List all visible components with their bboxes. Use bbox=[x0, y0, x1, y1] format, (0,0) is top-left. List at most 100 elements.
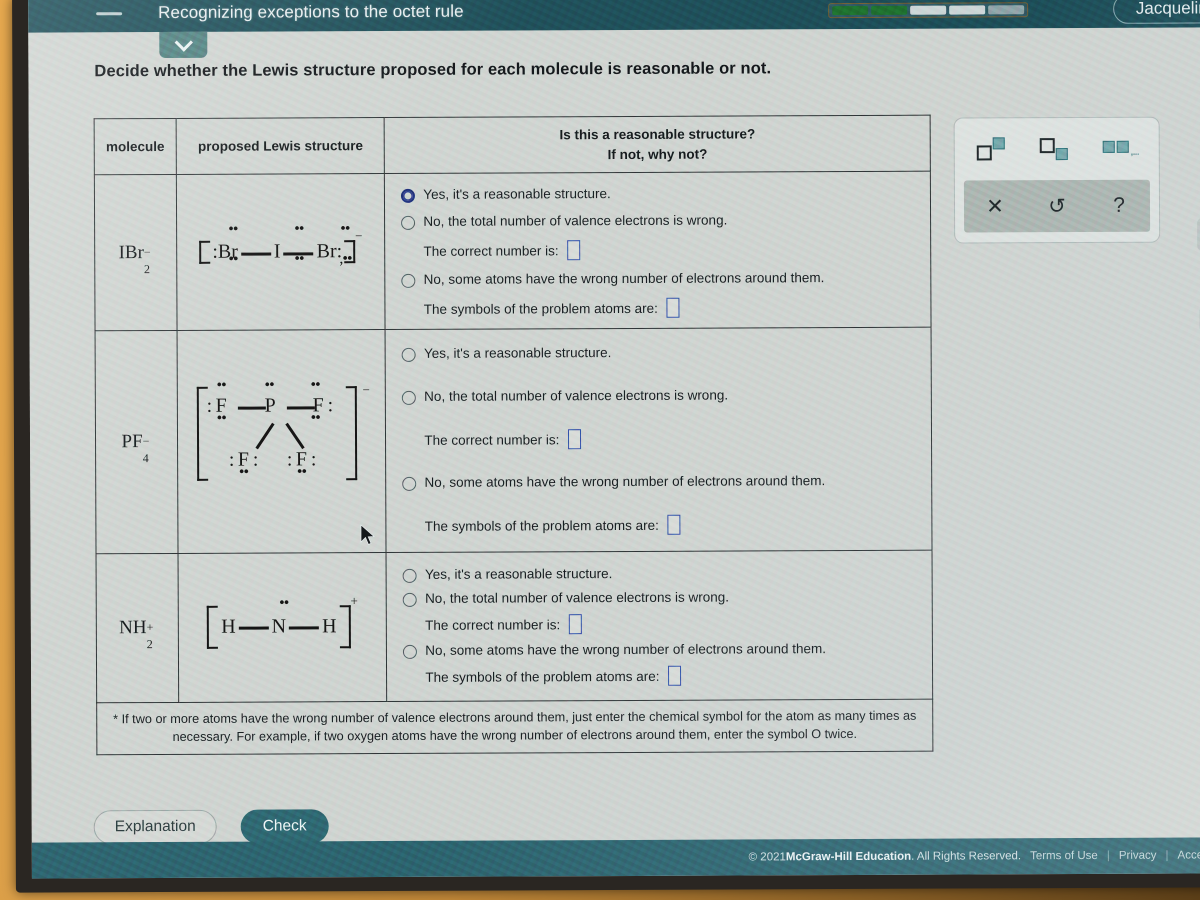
correct-number-input[interactable] bbox=[569, 614, 583, 635]
formula-subscript: 4 bbox=[142, 451, 149, 466]
structure-charge: − bbox=[362, 381, 370, 397]
atom-label: H bbox=[221, 615, 236, 638]
symbols-input[interactable] bbox=[668, 665, 682, 686]
option-label: Yes, it's a reasonable structure. bbox=[424, 566, 613, 582]
superscript-base-box bbox=[977, 145, 993, 161]
question-table: molecule proposed Lewis structure Is thi… bbox=[93, 114, 934, 704]
radio-yes[interactable] bbox=[401, 189, 416, 204]
terms-of-use-link[interactable]: Terms of Use bbox=[1030, 850, 1098, 862]
answer-options-pf4: Yes, it's a reasonable structure. No, th… bbox=[385, 327, 933, 553]
symbols-row: The symbols of the problem atoms are: bbox=[424, 297, 931, 319]
option-yes[interactable]: Yes, it's a reasonable structure. bbox=[401, 344, 931, 363]
math-toolbar-bottom: ✕ ↺ ? bbox=[963, 179, 1151, 233]
lone-pair: : bbox=[252, 448, 259, 471]
radio-no-valence[interactable] bbox=[401, 216, 416, 231]
action-buttons: Explanation Check bbox=[93, 809, 329, 845]
atom-label: P bbox=[264, 394, 276, 417]
structure-charge: − bbox=[355, 228, 363, 244]
radio-no-atoms[interactable] bbox=[401, 274, 416, 289]
help-icon[interactable]: ? bbox=[1099, 194, 1139, 218]
user-menu[interactable]: Jacqueline bbox=[1112, 0, 1200, 24]
lone-pair: •• bbox=[238, 463, 249, 481]
lone-pair: •• bbox=[216, 409, 226, 427]
user-name: Jacqueline bbox=[1135, 0, 1200, 18]
symbols-input[interactable] bbox=[667, 514, 681, 535]
footer-separator: | bbox=[1106, 849, 1110, 862]
option-yes[interactable]: Yes, it's a reasonable structure. bbox=[401, 185, 930, 204]
option-label: No, some atoms have the wrong number of … bbox=[424, 473, 826, 490]
option-no-valence[interactable]: No, the total number of valence electron… bbox=[403, 589, 932, 608]
hamburger-icon[interactable] bbox=[96, 11, 123, 15]
radio-yes[interactable] bbox=[402, 569, 417, 584]
formula-base: IBr bbox=[118, 241, 144, 263]
correct-number-input[interactable] bbox=[568, 429, 582, 450]
lone-pair: : bbox=[286, 448, 293, 471]
collapse-panel-tab[interactable] bbox=[159, 31, 208, 59]
math-toolbar-top: ,... bbox=[955, 118, 1159, 181]
option-label: No, some atoms have the wrong number of … bbox=[423, 270, 825, 287]
radio-no-valence[interactable] bbox=[402, 391, 417, 406]
radio-no-valence[interactable] bbox=[403, 593, 418, 608]
formula-subscript: 2 bbox=[143, 261, 151, 276]
superscript-icon[interactable] bbox=[977, 136, 1011, 162]
atom-label: Br bbox=[316, 240, 337, 263]
clear-icon[interactable]: ✕ bbox=[975, 194, 1015, 219]
correct-number-label: The correct number is: bbox=[424, 431, 560, 448]
undo-icon[interactable]: ↺ bbox=[1037, 194, 1077, 219]
answer-header-line2: If not, why not? bbox=[607, 146, 708, 162]
footer-separator: | bbox=[1165, 849, 1169, 862]
copyright-brand: McGraw-Hill Education bbox=[785, 850, 912, 864]
explanation-button[interactable]: Explanation bbox=[93, 809, 217, 845]
lone-pair: •• bbox=[310, 408, 320, 426]
column-header-molecule: molecule bbox=[94, 118, 177, 175]
option-no-atoms[interactable]: No, some atoms have the wrong number of … bbox=[403, 641, 932, 660]
formula-charge: + bbox=[146, 620, 154, 635]
privacy-link[interactable]: Privacy bbox=[1119, 850, 1157, 862]
page-title: Recognizing exceptions to the octet rule bbox=[158, 1, 464, 23]
radio-no-atoms[interactable] bbox=[402, 477, 417, 492]
option-yes[interactable]: Yes, it's a reasonable structure. bbox=[402, 565, 932, 584]
bond-line bbox=[240, 252, 271, 256]
radio-yes[interactable] bbox=[401, 348, 417, 363]
lone-pair: •• bbox=[296, 463, 307, 481]
progress-bar bbox=[828, 2, 1029, 19]
option-label: Yes, it's a reasonable structure. bbox=[423, 186, 611, 202]
subscript-icon[interactable] bbox=[1039, 136, 1074, 162]
progress-segment bbox=[832, 5, 869, 16]
table-row: NH 2 + •• HNH + Yes, it's a reasonable s… bbox=[96, 550, 933, 703]
formula-base: PF bbox=[121, 431, 143, 453]
lewis-structure-nh2: •• H N H + bbox=[178, 552, 387, 703]
bond-line bbox=[238, 627, 269, 631]
option-no-valence[interactable]: No, the total number of valence electron… bbox=[401, 212, 930, 231]
symbols-row: The symbols of the problem atoms are: bbox=[425, 665, 932, 687]
symbols-input[interactable] bbox=[666, 297, 680, 318]
option-label: No, the total number of valence electron… bbox=[423, 212, 728, 229]
option-no-atoms[interactable]: No, some atoms have the wrong number of … bbox=[401, 270, 931, 289]
lone-pair: : bbox=[327, 393, 334, 416]
progress-segment bbox=[949, 5, 986, 15]
lone-pair: •• bbox=[228, 250, 238, 268]
lone-pair: ,•• bbox=[339, 250, 352, 268]
option-no-atoms[interactable]: No, some atoms have the wrong number of … bbox=[402, 473, 932, 492]
formula-charge: − bbox=[143, 244, 151, 259]
option-no-valence[interactable]: No, the total number of valence electron… bbox=[402, 387, 931, 406]
check-button[interactable]: Check bbox=[240, 809, 329, 844]
copyright-prefix: © 2021 bbox=[748, 851, 786, 864]
answer-header-line1: Is this a reasonable structure? bbox=[559, 126, 756, 143]
entry-box bbox=[1116, 140, 1129, 153]
lone-pair: •• bbox=[228, 220, 238, 238]
correct-number-input[interactable] bbox=[567, 240, 581, 261]
accessibility-link[interactable]: Acces bbox=[1177, 849, 1200, 861]
correct-number-row: The correct number is: bbox=[423, 239, 930, 261]
bond-line bbox=[237, 406, 266, 410]
subscript-base-box bbox=[1039, 138, 1055, 154]
atom-label: H bbox=[322, 614, 337, 637]
lone-pair: : bbox=[310, 447, 317, 470]
progress-segment bbox=[910, 5, 947, 15]
structure-charge: + bbox=[350, 593, 358, 609]
symbols-label: The symbols of the problem atoms are: bbox=[423, 300, 658, 317]
answer-options-nh2: Yes, it's a reasonable structure. No, th… bbox=[386, 550, 933, 702]
lewis-structure-pf4: − •• •• •• : F P F : •• ••: F: ••: F … bbox=[177, 329, 387, 554]
radio-no-atoms[interactable] bbox=[403, 645, 418, 660]
multiple-entry-icon[interactable]: ,... bbox=[1102, 136, 1139, 162]
